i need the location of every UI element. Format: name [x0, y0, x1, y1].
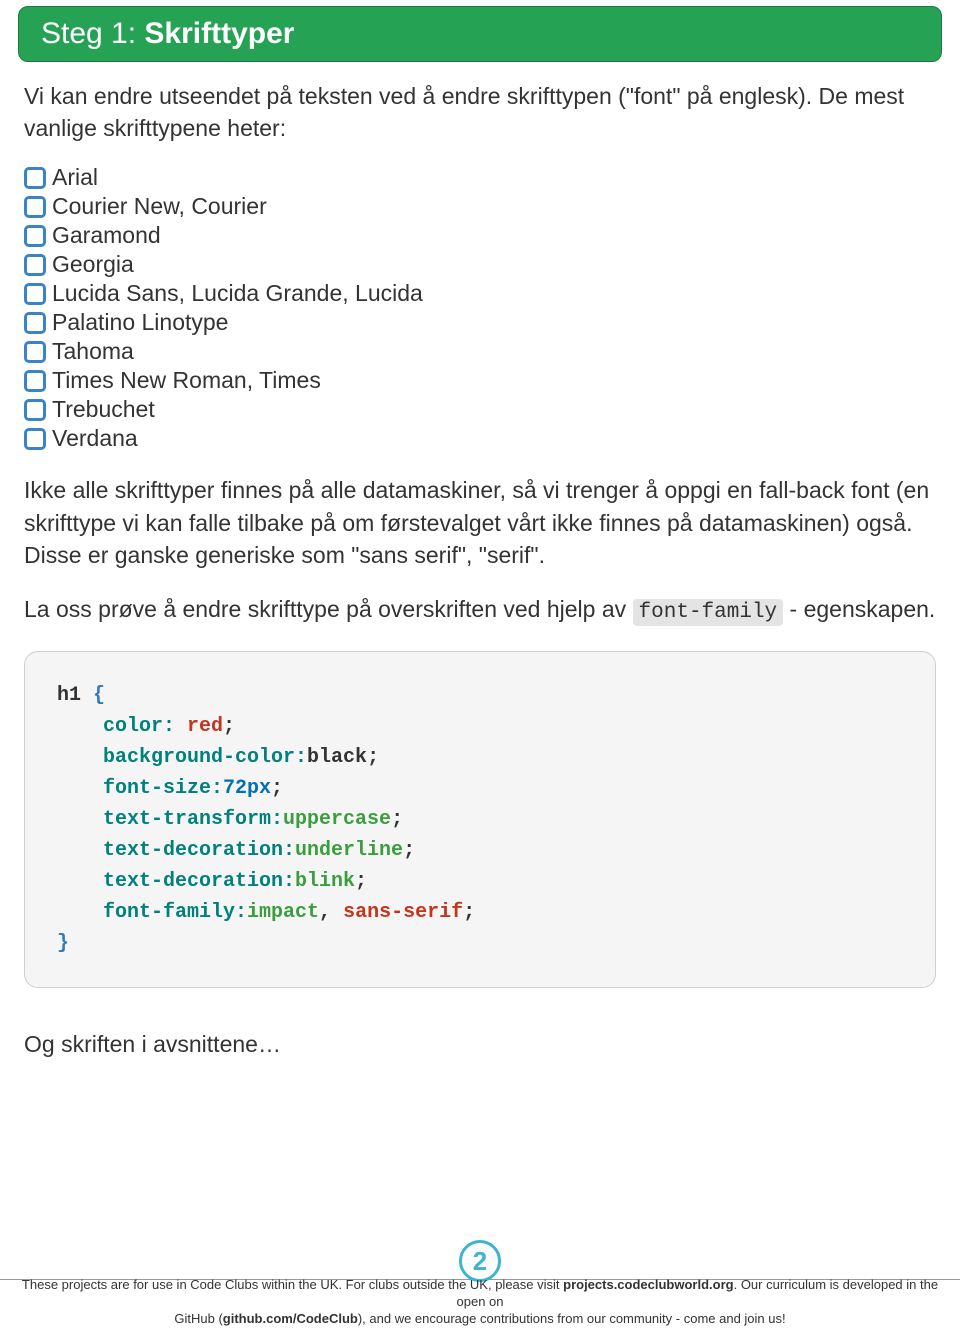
list-item: Garamond [24, 222, 936, 249]
code-selector: h1 [57, 684, 81, 707]
list-item: Georgia [24, 251, 936, 278]
step-prefix: Steg 1: [41, 17, 144, 50]
font-family-paragraph: La oss prøve å endre skrifttype på overs… [24, 593, 936, 627]
page-number-badge: 2 [459, 1240, 501, 1282]
checkbox-icon[interactable] [24, 312, 46, 334]
code-line: text-decoration:blink; [57, 866, 903, 897]
font-name: Courier New, Courier [52, 193, 267, 220]
list-item: Tahoma [24, 338, 936, 365]
step-title: Skrifttyper [144, 17, 294, 50]
step-header: Steg 1: Skrifttyper [18, 6, 942, 62]
checkbox-icon[interactable] [24, 254, 46, 276]
code-block: h1 { color: red;background-color:black;f… [24, 651, 936, 988]
code-line: font-family:impact, sans-serif; [57, 897, 903, 928]
footer-l2c: ), and we encourage contributions from o… [358, 1311, 786, 1326]
code-line: color: red; [57, 711, 903, 742]
checkbox-icon[interactable] [24, 399, 46, 421]
font-name: Times New Roman, Times [52, 367, 321, 394]
checkbox-icon[interactable] [24, 225, 46, 247]
font-name: Trebuchet [52, 396, 155, 423]
para2-suffix: - egenskapen. [783, 596, 935, 622]
font-name: Palatino Linotype [52, 309, 228, 336]
closing-paragraph: Og skriften i avsnittene… [24, 1028, 936, 1060]
checkbox-icon[interactable] [24, 196, 46, 218]
font-name: Lucida Sans, Lucida Grande, Lucida [52, 280, 423, 307]
font-name: Garamond [52, 222, 161, 249]
checkbox-icon[interactable] [24, 167, 46, 189]
footer-link-1: projects.codeclubworld.org [563, 1277, 733, 1292]
code-close-brace: } [57, 932, 69, 955]
list-item: Times New Roman, Times [24, 367, 936, 394]
footer-text: These projects are for use in Code Clubs… [0, 1277, 960, 1328]
para2-prefix: La oss prøve å endre skrifttype på overs… [24, 596, 633, 622]
list-item: Palatino Linotype [24, 309, 936, 336]
list-item: Trebuchet [24, 396, 936, 423]
code-open-brace: { [93, 684, 105, 707]
footer-link-2: github.com/CodeClub [223, 1311, 358, 1326]
list-item: Arial [24, 164, 936, 191]
font-name: Arial [52, 164, 98, 191]
footer-l1a: These projects are for use in Code Clubs… [22, 1277, 563, 1292]
font-checklist: ArialCourier New, CourierGaramondGeorgia… [24, 164, 936, 452]
font-name: Tahoma [52, 338, 134, 365]
code-line: font-size:72px; [57, 773, 903, 804]
page-number: 2 [473, 1246, 487, 1277]
intro-paragraph: Vi kan endre utseendet på teksten ved å … [24, 80, 936, 144]
code-line: text-transform:uppercase; [57, 804, 903, 835]
list-item: Verdana [24, 425, 936, 452]
code-line: text-decoration:underline; [57, 835, 903, 866]
font-name: Verdana [52, 425, 138, 452]
font-name: Georgia [52, 251, 134, 278]
checkbox-icon[interactable] [24, 428, 46, 450]
checkbox-icon[interactable] [24, 283, 46, 305]
code-line: background-color:black; [57, 742, 903, 773]
checkbox-icon[interactable] [24, 341, 46, 363]
list-item: Lucida Sans, Lucida Grande, Lucida [24, 280, 936, 307]
footer-l2a: GitHub ( [174, 1311, 222, 1326]
fallback-paragraph: Ikke alle skrifttyper finnes på alle dat… [24, 474, 936, 571]
inline-code-font-family: font-family [633, 599, 784, 626]
checkbox-icon[interactable] [24, 370, 46, 392]
list-item: Courier New, Courier [24, 193, 936, 220]
